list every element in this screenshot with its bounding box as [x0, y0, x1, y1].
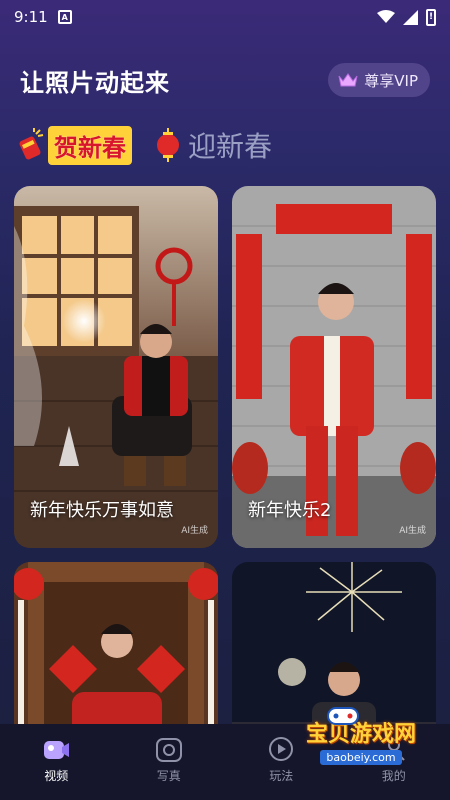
tab-label: 玩法 — [269, 768, 294, 783]
lantern-icon — [157, 128, 179, 162]
watermark-text: 宝贝游戏网 — [305, 721, 416, 747]
template-grid: 新年快乐万事如意 AI生成 新年快乐2 AI生成 — [14, 186, 436, 762]
wifi-icon — [377, 10, 395, 23]
header: 让照片动起来 尊享VIP — [0, 58, 450, 102]
vip-label: 尊享VIP — [364, 71, 418, 90]
tab-ying-xin-chun[interactable]: 迎新春 — [154, 125, 272, 165]
card-title: 新年快乐万事如意 — [30, 500, 174, 521]
tab-photo[interactable]: 写真 — [129, 735, 209, 784]
status-app-icon: A — [57, 10, 72, 24]
template-card[interactable]: 新年快乐万事如意 AI生成 — [14, 186, 218, 548]
vip-button[interactable]: 尊享VIP — [328, 63, 430, 97]
status-bar: 9:11 A ! — [0, 0, 450, 34]
video-icon — [44, 740, 70, 759]
card-image — [232, 186, 436, 548]
watermark-url: baobeiy.com — [320, 749, 402, 765]
template-card[interactable]: 新年快乐2 AI生成 — [232, 186, 436, 548]
tab-label: 迎新春 — [188, 130, 273, 163]
signal-icon — [403, 9, 418, 25]
firecracker-icon — [19, 128, 44, 160]
camera-icon — [155, 737, 182, 762]
ai-badge: AI生成 — [399, 526, 426, 536]
crown-icon — [338, 73, 358, 87]
gamepad-icon — [327, 707, 359, 725]
tab-he-xin-chun[interactable]: 贺新春 — [16, 125, 132, 165]
card-image — [14, 186, 218, 548]
tab-label: 贺新春 — [48, 125, 132, 165]
category-tabs: 贺新春 迎新春 — [0, 120, 450, 170]
ai-badge: AI生成 — [181, 526, 208, 536]
page-title: 让照片动起来 — [20, 68, 170, 97]
tab-video[interactable]: 视频 — [16, 735, 96, 784]
status-time: 9:11 — [14, 8, 48, 26]
status-left: 9:11 A — [14, 8, 72, 26]
battery-icon: ! — [426, 8, 436, 26]
tab-label: 写真 — [156, 768, 181, 783]
play-icon — [269, 736, 294, 761]
card-title: 新年快乐2 — [248, 500, 332, 521]
watermark: 宝贝游戏网 baobeiy.com — [296, 700, 426, 780]
tab-label: 视频 — [44, 768, 69, 783]
status-right: ! — [377, 8, 436, 26]
